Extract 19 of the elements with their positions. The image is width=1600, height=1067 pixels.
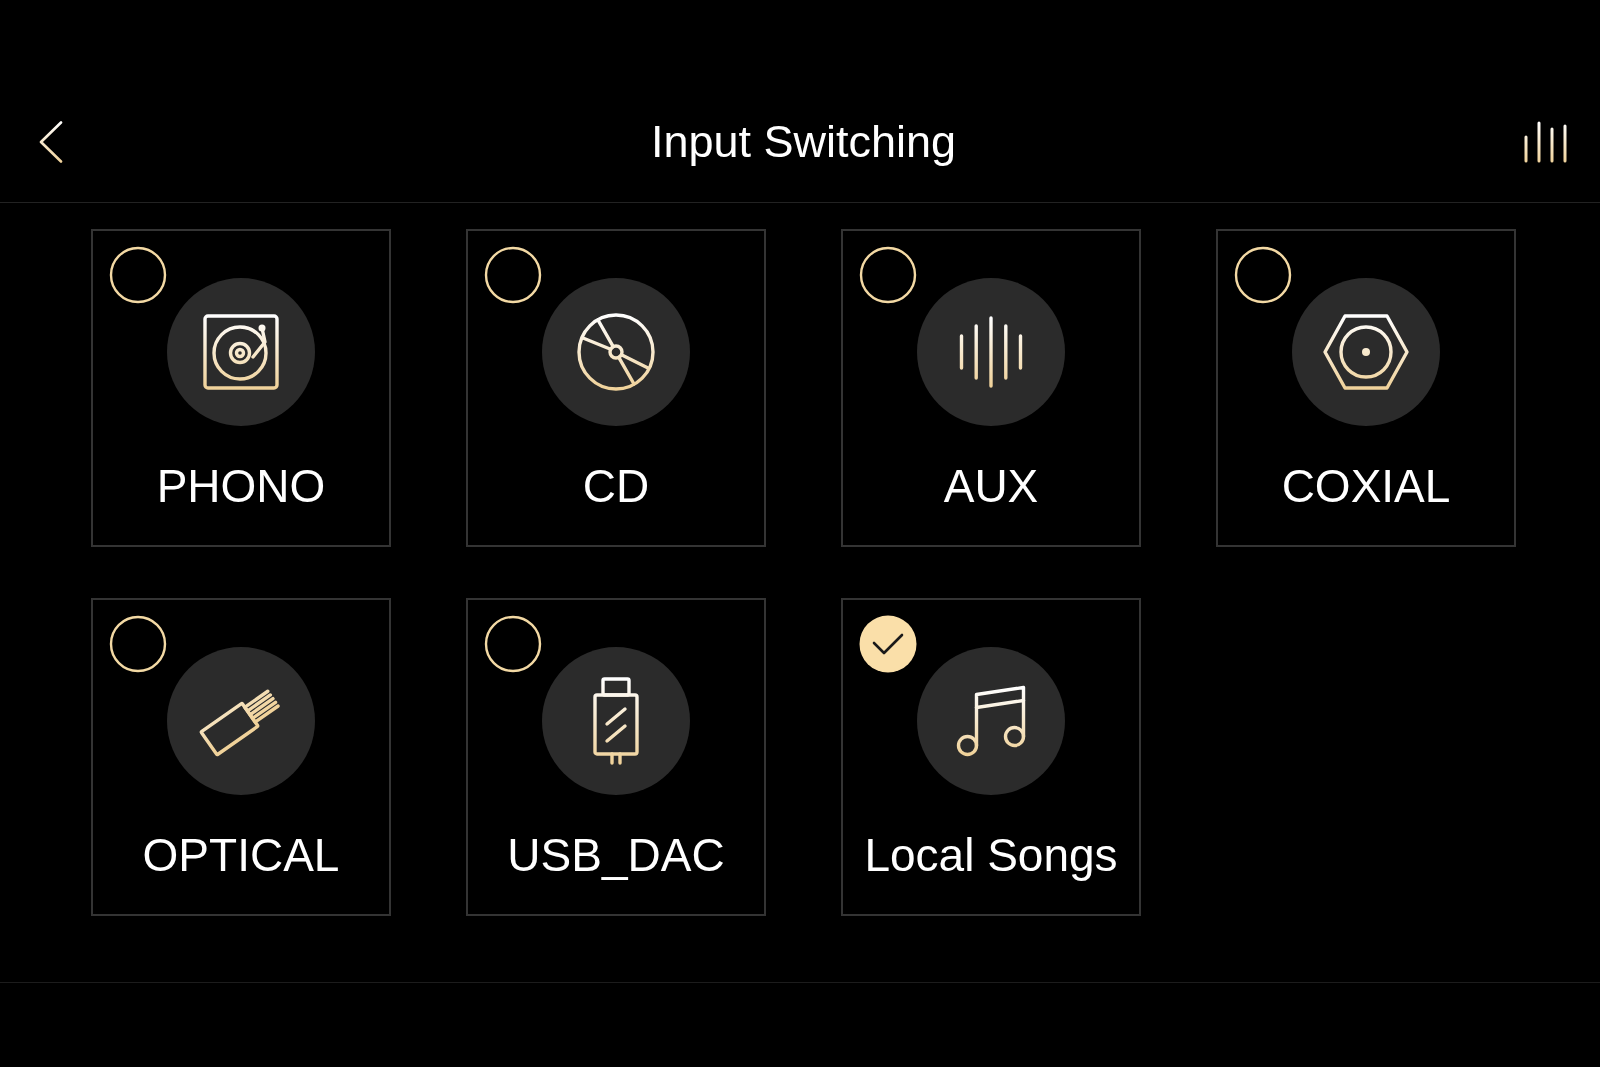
back-button[interactable] <box>39 121 63 163</box>
equalizer-icon <box>1524 121 1568 163</box>
page-title: Input Switching <box>650 115 957 169</box>
input-tile[interactable]: COXIAL <box>1216 229 1516 547</box>
fiber-cable-icon <box>167 647 315 795</box>
hexagon-connector-icon <box>1292 278 1440 426</box>
disc-icon <box>542 278 690 426</box>
waveform-icon <box>917 278 1065 426</box>
input-tile[interactable]: OPTICAL <box>91 598 391 916</box>
input-tile[interactable]: Local Songs <box>841 598 1141 916</box>
input-tile[interactable]: CD <box>466 229 766 547</box>
equalizer-button[interactable] <box>1524 121 1568 163</box>
turntable-icon <box>167 278 315 426</box>
input-tile[interactable]: PHONO <box>91 229 391 547</box>
music-note-icon <box>917 647 1065 795</box>
input-tile[interactable]: USB_DAC <box>466 598 766 916</box>
chevron-left-icon <box>39 121 63 163</box>
input-tile[interactable]: AUX <box>841 229 1141 547</box>
usb-stick-icon <box>542 647 690 795</box>
